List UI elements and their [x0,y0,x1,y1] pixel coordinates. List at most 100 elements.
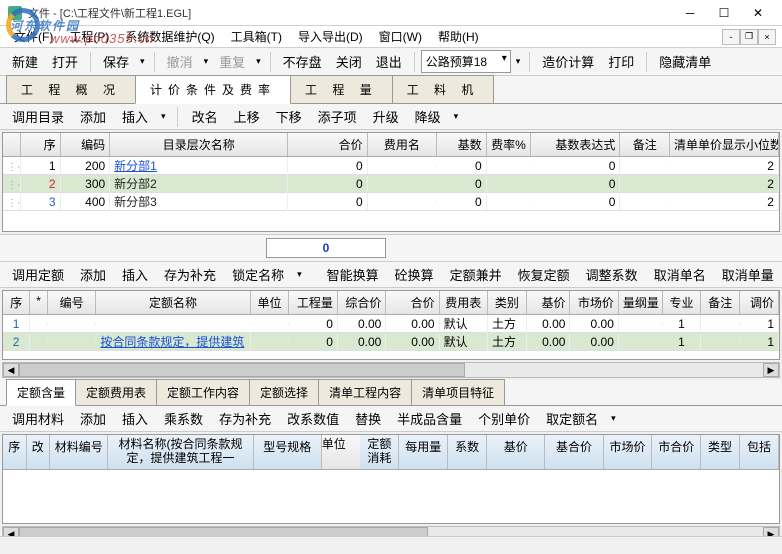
getname-button[interactable]: 取定额名 [540,406,604,431]
smart-button[interactable]: 智能换算 [321,262,385,287]
budget-dropdown[interactable]: ▾ [513,56,524,67]
hidelist-button[interactable]: 隐藏清单 [653,49,717,74]
col-sum[interactable]: 合价 [288,133,367,156]
menu-help[interactable]: 帮助(H) [430,26,487,47]
undo-dropdown[interactable]: ▾ [201,56,212,67]
open-button[interactable]: 打开 [46,49,84,74]
level-dropdown[interactable]: ▾ [451,111,462,122]
merge-button[interactable]: 定额兼并 [444,262,508,287]
col-name[interactable]: 目录层次名称 [110,133,288,156]
new-button[interactable]: 新建 [6,49,44,74]
load-mat-button[interactable]: 调用材料 [6,406,70,431]
savebc-mat-button[interactable]: 存为补充 [213,406,277,431]
material-grid[interactable]: 序 改 材料编号 材料名称(按合同条款规定，提供建筑工程一 型号规格 单位 定额… [2,434,780,524]
load-quota-button[interactable]: 调用定额 [6,262,70,287]
tab-fee[interactable]: 定额费用表 [75,379,157,405]
exit-button[interactable]: 退出 [370,49,408,74]
tab-overview[interactable]: 工 程 概 况 [6,75,136,103]
insert-dropdown[interactable]: ▾ [158,111,169,122]
tab-feature[interactable]: 清单项目特征 [411,379,505,405]
redo-button[interactable]: 重复 [213,49,251,74]
add-button[interactable]: 添加 [74,104,112,129]
minimize-button[interactable]: ─ [674,3,706,23]
mat-dropdown[interactable]: ▾ [608,413,619,424]
insert-mat-button[interactable]: 插入 [116,406,154,431]
scroll-right-button[interactable]: ▶ [763,363,779,377]
mdi-restore[interactable]: ❐ [740,29,758,45]
redo-dropdown[interactable]: ▾ [253,56,264,67]
col-seq[interactable]: 序 [21,133,61,156]
col-remark[interactable]: 备注 [620,133,670,156]
undo-button[interactable]: 撤消 [161,49,199,74]
menu-file[interactable]: 文件(F) [6,26,61,47]
add-mat-button[interactable]: 添加 [74,406,112,431]
add-quota-button[interactable]: 添加 [74,262,112,287]
quota-hscroll[interactable]: ◀ ▶ [2,362,780,378]
editval-button[interactable]: 改系数值 [281,406,345,431]
save-dropdown[interactable]: ▾ [137,56,148,67]
col-rate[interactable]: 费率% [487,133,532,156]
downgrade-button[interactable]: 降级 [409,104,447,129]
moveup-button[interactable]: 上移 [228,104,266,129]
menu-import[interactable]: 导入导出(D) [290,26,371,47]
col-expr[interactable]: 基数表达式 [531,133,620,156]
quota-toolbar: 调用定额 添加 插入 存为补充 锁定名称 ▾ 智能换算 砼换算 定额兼并 恢复定… [0,262,782,288]
mdi-minimize[interactable]: - [722,29,740,45]
lock-dropdown[interactable]: ▾ [294,269,305,280]
table-row[interactable]: 100.000.00默认土方0.000.0011 [3,315,779,333]
upgrade-button[interactable]: 升级 [367,104,405,129]
tab-select[interactable]: 定额选择 [249,379,319,405]
save-button[interactable]: 保存 [97,49,135,74]
multiply-button[interactable]: 乘系数 [158,406,209,431]
tab-listwork[interactable]: 清单工程内容 [318,379,412,405]
rename-button[interactable]: 改名 [186,104,224,129]
col-decimals[interactable]: 清单单价显示小位数 [670,133,779,156]
col-feename[interactable]: 费用名 [368,133,437,156]
calc-button[interactable]: 造价计算 [536,49,600,74]
nosave-button[interactable]: 不存盘 [277,49,328,74]
movedown-button[interactable]: 下移 [270,104,308,129]
col-base[interactable]: 基数 [437,133,487,156]
menu-window[interactable]: 窗口(W) [371,26,430,47]
scroll-left-button[interactable]: ◀ [3,363,19,377]
table-row[interactable]: ⋮⋯1200新分部10002 [3,157,779,175]
half-button[interactable]: 半成品含量 [391,406,468,431]
maximize-button[interactable]: ☐ [708,3,740,23]
directory-grid[interactable]: 序 编码 目录层次名称 合价 费用名 基数 费率% 基数表达式 备注 清单单价显… [2,132,780,232]
table-row[interactable]: ⋮⋯3400新分部30002 [3,193,779,211]
menu-toolbox[interactable]: 工具箱(T) [223,26,290,47]
mdi-close[interactable]: × [758,29,776,45]
print-button[interactable]: 打印 [602,49,640,74]
col-code[interactable]: 编码 [61,133,111,156]
main-tabstrip: 工 程 概 况 计价条件及费率 工 程 量 工 料 机 [0,76,782,104]
replace-button[interactable]: 替换 [349,406,387,431]
formula-input[interactable]: 0 [266,238,386,258]
close-button[interactable]: ✕ [742,3,774,23]
cancel-qty-button[interactable]: 取消单量 [716,262,780,287]
closefile-button[interactable]: 关闭 [330,49,368,74]
tab-content[interactable]: 定额含量 [6,379,76,406]
quota-grid[interactable]: 序 * 编号 定额名称 单位 工程量 综合价 合价 费用表 类别 基价 市场价 … [2,290,780,360]
load-dir-button[interactable]: 调用目录 [6,104,70,129]
tab-material[interactable]: 工 料 机 [392,75,495,103]
menu-project[interactable]: 工程(P) [61,26,117,47]
concrete-button[interactable]: 砼换算 [389,262,440,287]
indiv-button[interactable]: 个别单价 [472,406,536,431]
tab-work[interactable]: 定额工作内容 [156,379,250,405]
tab-pricing[interactable]: 计价条件及费率 [135,75,291,104]
lock-button[interactable]: 锁定名称 [226,262,290,287]
budget-combo[interactable]: 公路预算18 [421,50,511,73]
table-row[interactable]: ⋮⋯2300新分部20002 [3,175,779,193]
tab-quantity[interactable]: 工 程 量 [290,75,393,103]
app-icon [8,6,22,20]
addchild-button[interactable]: 添子项 [312,104,363,129]
savebc-button[interactable]: 存为补充 [158,262,222,287]
adjust-button[interactable]: 调整系数 [580,262,644,287]
menu-sysdata[interactable]: 系统数据维护(Q) [117,26,222,47]
insert-button[interactable]: 插入 [116,104,154,129]
table-row[interactable]: 2按合同条款规定，提供建筑00.000.00默认土方0.000.0011 [3,333,779,351]
cancel-name-button[interactable]: 取消单名 [648,262,712,287]
insert-quota-button[interactable]: 插入 [116,262,154,287]
restore-button[interactable]: 恢复定额 [512,262,576,287]
titlebar: 文件 - [C:\工程文件\新工程1.EGL] ─ ☐ ✕ [0,0,782,26]
